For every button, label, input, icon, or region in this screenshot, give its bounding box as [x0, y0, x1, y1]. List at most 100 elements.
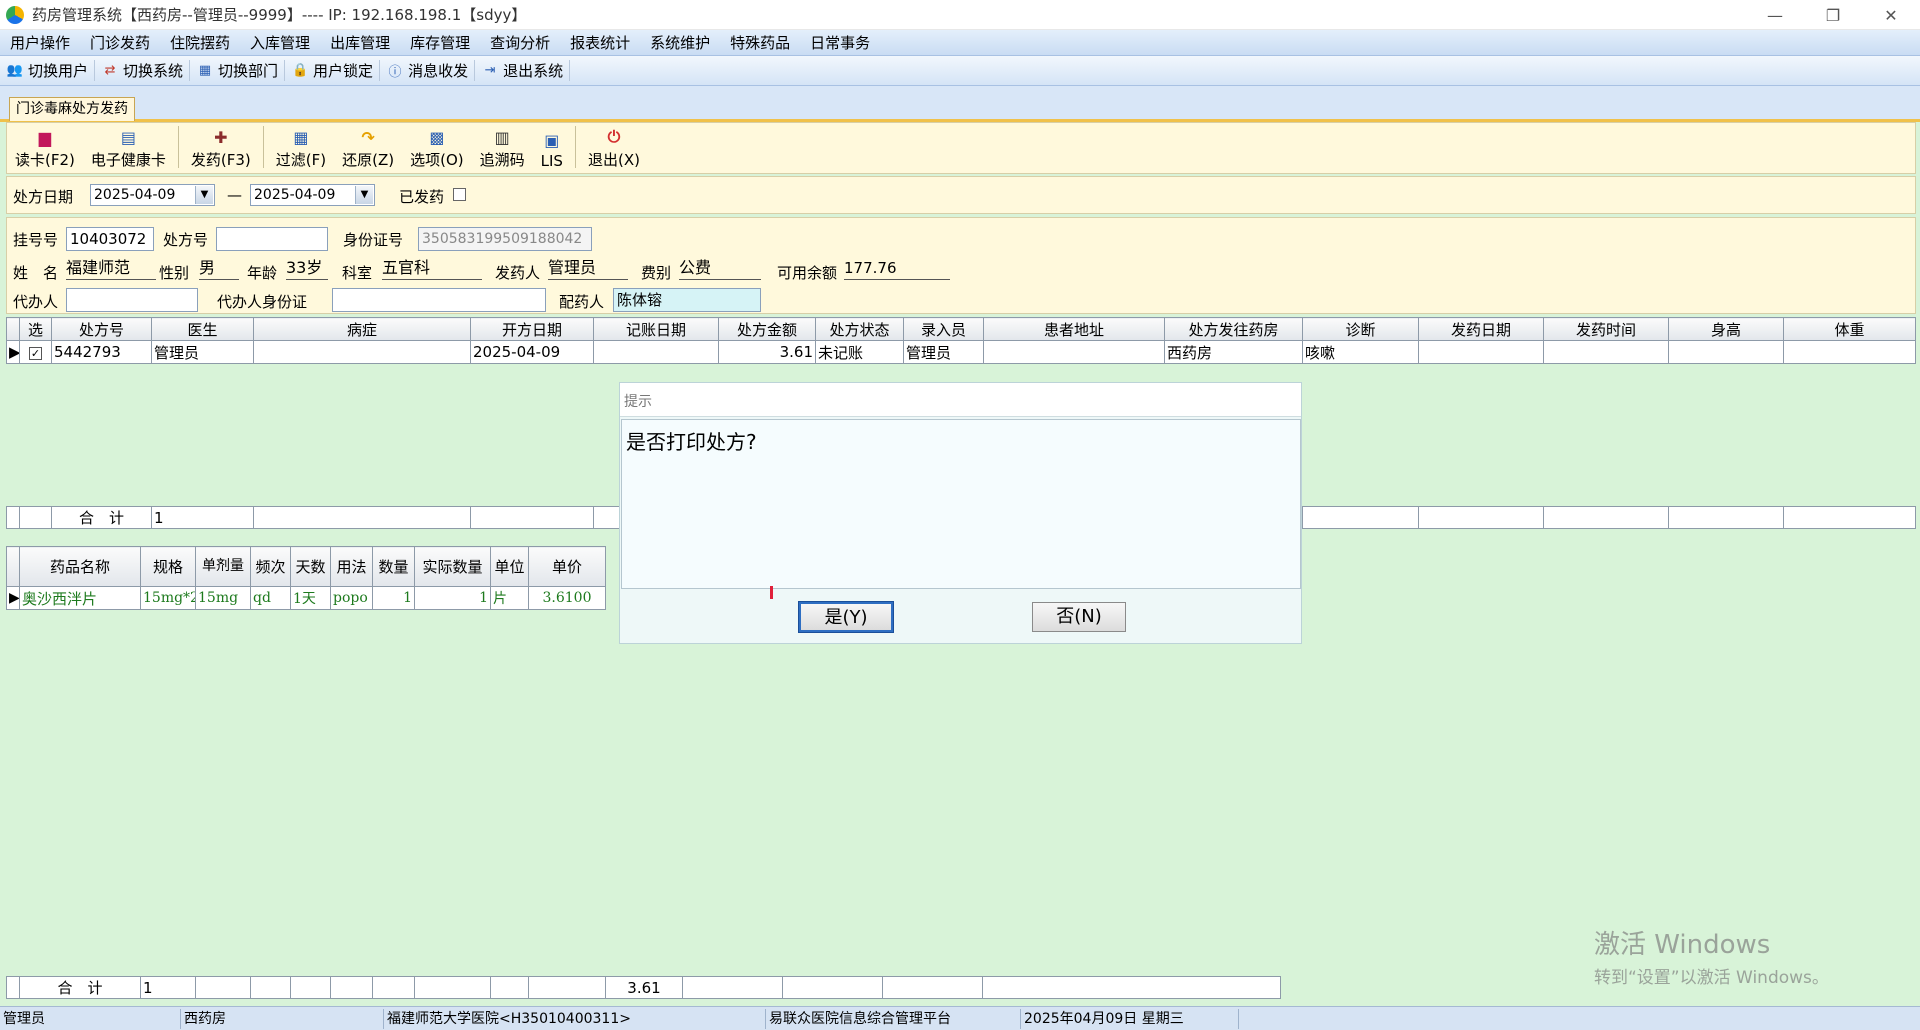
- cell-drug-name: 奥沙西泮片: [19, 586, 141, 610]
- lis-button[interactable]: ▣ LIS: [533, 124, 571, 171]
- dept-label: 科室: [342, 264, 373, 282]
- col-actual-qty[interactable]: 实际数量: [414, 546, 491, 587]
- options-icon: ▩: [429, 127, 445, 147]
- col-select[interactable]: 选: [19, 317, 52, 341]
- restore-button[interactable]: ❐: [1804, 0, 1862, 30]
- cell-doctor: 管理员: [151, 340, 254, 364]
- menu-daily[interactable]: 日常事务: [800, 32, 880, 53]
- date-from-picker[interactable]: 2025-04-09 ▼: [90, 184, 215, 206]
- cell-disp-time: [1543, 340, 1669, 364]
- minimize-button[interactable]: —: [1746, 0, 1804, 30]
- menu-user-ops[interactable]: 用户操作: [0, 32, 80, 53]
- print-prompt-dialog: 提示 是否打印处方? 是(Y) 否(N): [619, 382, 1302, 644]
- col-usage[interactable]: 用法: [330, 546, 373, 587]
- menu-system[interactable]: 系统维护: [640, 32, 720, 53]
- dispenser-value: 管理员: [548, 258, 628, 280]
- cell-actual-qty: 1: [414, 586, 491, 610]
- menu-stock-in[interactable]: 入库管理: [240, 32, 320, 53]
- filter-button[interactable]: ▦ 过滤(F): [268, 124, 334, 170]
- col-entry[interactable]: 录入员: [903, 317, 984, 341]
- yes-button[interactable]: 是(Y): [798, 601, 894, 633]
- menu-query[interactable]: 查询分析: [480, 32, 560, 53]
- col-disp-date[interactable]: 发药日期: [1418, 317, 1544, 341]
- col-height[interactable]: 身高: [1668, 317, 1784, 341]
- id-no-field[interactable]: 350583199509188042: [418, 227, 592, 251]
- patient-info-panel: 挂号号 10403072 处方号 身份证号 350583199509188042…: [6, 217, 1916, 314]
- col-qty[interactable]: 数量: [372, 546, 415, 587]
- menu-inpatient-dispense[interactable]: 住院摆药: [160, 32, 240, 53]
- col-open-date[interactable]: 开方日期: [470, 317, 594, 341]
- switch-department-button[interactable]: ▦ 切换部门: [190, 60, 286, 81]
- cell-acct-date: [593, 340, 719, 364]
- col-price[interactable]: 单价: [528, 546, 606, 587]
- trace-code-button[interactable]: ▥ 追溯码: [472, 124, 533, 170]
- col-amount[interactable]: 处方金额: [718, 317, 816, 341]
- barcode-icon: ▥: [494, 127, 510, 147]
- col-disp-time[interactable]: 发药时间: [1543, 317, 1669, 341]
- col-diagnosis[interactable]: 诊断: [1302, 317, 1419, 341]
- agent-field[interactable]: [66, 288, 198, 312]
- dispense-button[interactable]: ✚ 发药(F3): [183, 124, 259, 170]
- row-pointer-icon: ▶: [6, 340, 20, 364]
- col-spec[interactable]: 规格: [140, 546, 196, 587]
- switch-user-button[interactable]: 👥 切换用户: [0, 60, 96, 81]
- prescription-table: 选 处方号 医生 病症 开方日期 记账日期 处方金额 处方状态 录入员 患者地址…: [6, 317, 1916, 364]
- exit-system-button[interactable]: ⇥ 退出系统: [475, 60, 571, 81]
- menu-reports[interactable]: 报表统计: [560, 32, 640, 53]
- balance-value: 177.76: [844, 258, 950, 280]
- col-days[interactable]: 天数: [290, 546, 331, 587]
- reg-no-field[interactable]: 10403072: [66, 227, 154, 251]
- table-row[interactable]: ▶ 奥沙西泮片 15mg*2 15mg qd 1天 popo 1 1 片 3.6…: [6, 586, 606, 610]
- lock-user-button[interactable]: 🔒 用户锁定: [285, 60, 381, 81]
- table-row[interactable]: ▶ ✓ 5442793 管理员 2025-04-09 3.61 未记账 管理员 …: [6, 340, 1916, 364]
- menu-inventory[interactable]: 库存管理: [400, 32, 480, 53]
- col-rx-no[interactable]: 处方号: [51, 317, 152, 341]
- menu-outpatient-dispense[interactable]: 门诊发药: [80, 32, 160, 53]
- tab-narcotic-dispense[interactable]: 门诊毒麻处方发药: [9, 97, 135, 121]
- options-button[interactable]: ▩ 选项(O): [402, 124, 472, 170]
- col-weight[interactable]: 体重: [1783, 317, 1916, 341]
- sum-row-header: [6, 976, 20, 999]
- restore-icon: ↷: [361, 127, 375, 147]
- table-header-row: 药品名称 规格 单剂量 频次 天数 用法 数量 实际数量 单位 单价: [6, 546, 606, 587]
- row-select-checkbox[interactable]: ✓: [19, 340, 52, 364]
- chevron-down-icon[interactable]: ▼: [195, 186, 213, 204]
- restore-action-button[interactable]: ↷ 还原(Z): [334, 124, 402, 170]
- agent-id-field[interactable]: [332, 288, 546, 312]
- title-bar: 药房管理系统【西药房--管理员--9999】---- IP: 192.168.1…: [0, 0, 1920, 30]
- pharmacist-field[interactable]: 陈体镕: [613, 288, 761, 312]
- col-acct-date[interactable]: 记账日期: [593, 317, 719, 341]
- exit-button[interactable]: ⏻ 退出(X): [580, 124, 648, 170]
- switch-system-button[interactable]: ⇄ 切换系统: [95, 60, 191, 81]
- read-card-button[interactable]: ▆ 读卡(F2): [7, 124, 83, 170]
- date-to-picker[interactable]: 2025-04-09 ▼: [250, 184, 375, 206]
- col-drug-name[interactable]: 药品名称: [19, 546, 141, 587]
- tab-strip: 门诊毒麻处方发药: [0, 86, 1920, 122]
- rx-no-label: 处方号: [163, 231, 209, 249]
- status-hospital: 福建师范大学医院<H35010400311>: [384, 1008, 766, 1029]
- close-button[interactable]: ✕: [1862, 0, 1920, 30]
- menu-stock-out[interactable]: 出库管理: [320, 32, 400, 53]
- filter-icon: ▦: [293, 127, 309, 147]
- rx-no-field[interactable]: [216, 227, 328, 251]
- chevron-down-icon[interactable]: ▼: [355, 186, 373, 204]
- info-icon: ⓘ: [388, 65, 402, 80]
- dialog-message: 是否打印处方?: [621, 419, 1301, 589]
- col-status[interactable]: 处方状态: [815, 317, 904, 341]
- sum-count: 1: [151, 506, 254, 529]
- health-card-button[interactable]: ▤ 电子健康卡: [83, 124, 174, 170]
- col-doctor[interactable]: 医生: [151, 317, 254, 341]
- col-unit[interactable]: 单位: [490, 546, 529, 587]
- col-pharmacy[interactable]: 处方发往药房: [1164, 317, 1303, 341]
- no-button[interactable]: 否(N): [1032, 602, 1126, 632]
- dispensed-checkbox[interactable]: [453, 188, 466, 201]
- col-disease[interactable]: 病症: [253, 317, 471, 341]
- messages-button[interactable]: ⓘ 消息收发: [380, 60, 476, 81]
- menu-special-drugs[interactable]: 特殊药品: [720, 32, 800, 53]
- col-address[interactable]: 患者地址: [983, 317, 1165, 341]
- drug-sum-count: 1: [140, 976, 196, 999]
- col-freq[interactable]: 频次: [250, 546, 291, 587]
- col-dose[interactable]: 单剂量: [195, 546, 251, 587]
- dept-value: 五官科: [382, 258, 482, 280]
- cell-height: [1668, 340, 1784, 364]
